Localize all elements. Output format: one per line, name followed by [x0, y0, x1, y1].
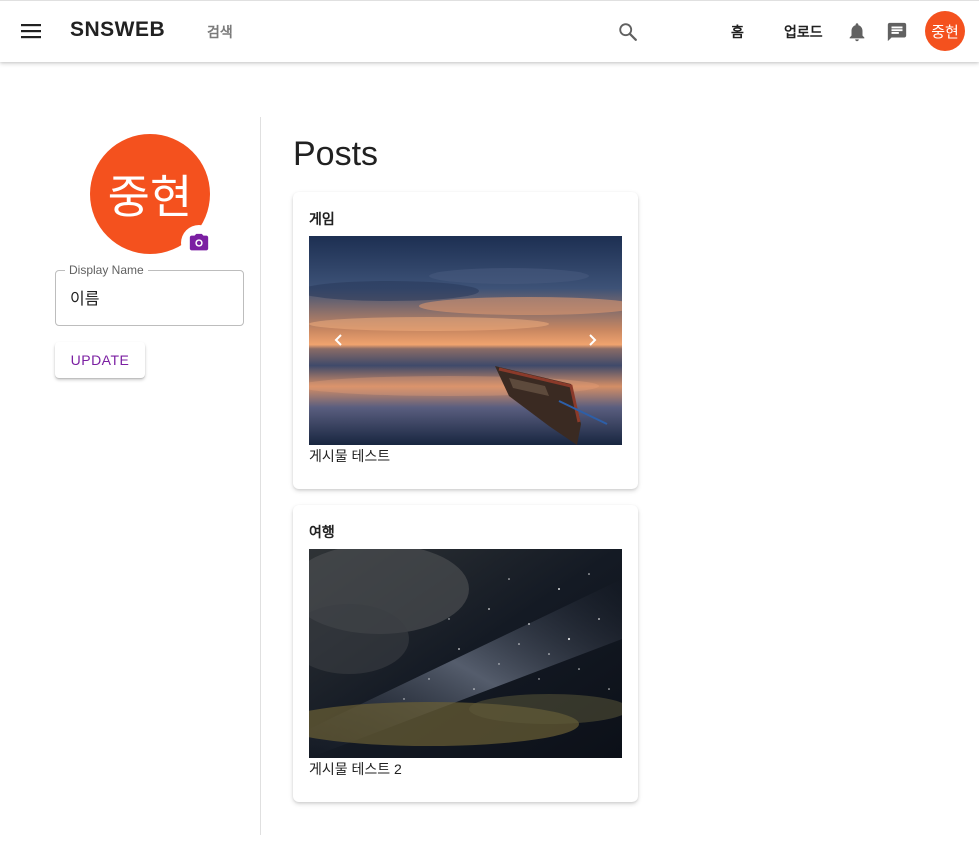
- chevron-left-icon: [334, 334, 342, 346]
- update-button[interactable]: UPDATE: [55, 342, 145, 378]
- app-bar: SNSWEB 검색 홈 업로드 중현: [0, 0, 979, 62]
- change-photo-button[interactable]: [181, 225, 217, 261]
- post-image-carousel[interactable]: [309, 236, 622, 445]
- nav-home-link[interactable]: 홈: [731, 22, 744, 42]
- chevron-right-icon: [589, 334, 597, 346]
- chat-icon[interactable]: [886, 21, 908, 43]
- post-card[interactable]: 여행 게시물 테스트 2: [293, 505, 638, 802]
- carousel-prev-button[interactable]: [327, 328, 351, 352]
- carousel-next-button[interactable]: [580, 328, 604, 352]
- search-icon[interactable]: [617, 21, 639, 43]
- post-image[interactable]: [309, 549, 622, 758]
- brand-logo[interactable]: SNSWEB: [70, 18, 165, 42]
- menu-icon[interactable]: [20, 21, 42, 41]
- nav-upload-link[interactable]: 업로드: [784, 22, 823, 42]
- post-title: 여행: [309, 524, 335, 540]
- post-card[interactable]: 게임 게시물 테스트: [293, 192, 638, 489]
- starry-sky-image: [309, 549, 622, 758]
- sidebar-divider: [260, 117, 261, 835]
- search-link[interactable]: 검색: [207, 22, 233, 42]
- user-avatar[interactable]: 중현: [925, 11, 965, 51]
- bell-icon[interactable]: [846, 21, 868, 43]
- posts-heading: Posts: [293, 135, 379, 173]
- sunset-boat-image: [309, 236, 622, 445]
- display-name-field: Display Name: [55, 263, 244, 326]
- display-name-input[interactable]: [70, 288, 230, 306]
- post-title: 게임: [309, 211, 335, 227]
- post-caption: 게시물 테스트 2: [309, 761, 402, 777]
- display-name-label: Display Name: [65, 263, 148, 277]
- camera-icon: [189, 233, 209, 251]
- post-caption: 게시물 테스트: [309, 448, 391, 464]
